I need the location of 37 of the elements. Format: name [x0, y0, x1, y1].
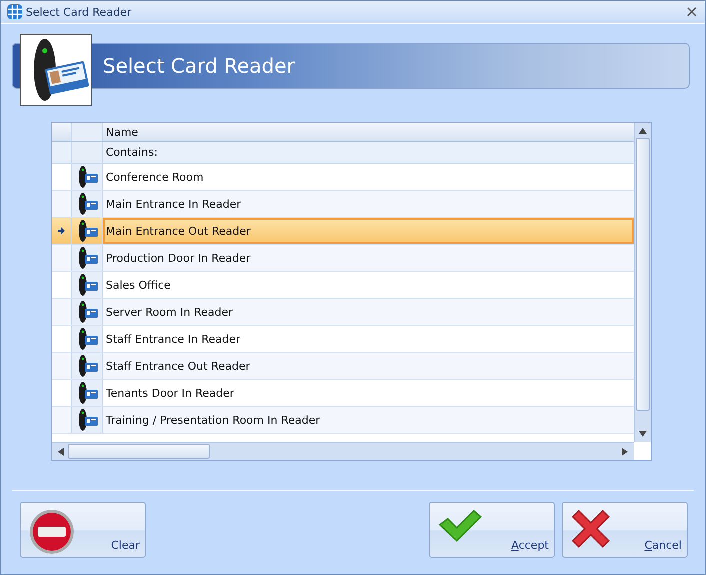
table-cell: Training / Presentation Room In Reader: [106, 414, 320, 426]
stop-icon: [29, 509, 75, 555]
table-row[interactable]: Staff Entrance In Reader: [52, 326, 634, 353]
table-cell: Staff Entrance In Reader: [106, 332, 241, 346]
app-grid-icon: [7, 4, 23, 20]
cancel-button[interactable]: Cancel: [562, 502, 688, 558]
table-row[interactable]: Main Entrance Out Reader: [52, 218, 634, 245]
check-icon: [438, 509, 482, 543]
scroll-up-icon[interactable]: [639, 128, 647, 134]
table-row[interactable]: Main Entrance In Reader: [52, 191, 634, 218]
horizontal-scrollbar[interactable]: [52, 442, 634, 460]
table-row[interactable]: Training / Presentation Room In Reader: [52, 407, 634, 434]
table-cell: Main Entrance In Reader: [106, 198, 242, 210]
table-row[interactable]: Staff Entrance Out Reader: [52, 353, 634, 380]
table-row[interactable]: Conference Room: [52, 164, 634, 191]
table-cell: Sales Office: [106, 278, 171, 292]
vertical-scrollbar[interactable]: [634, 123, 651, 442]
table-cell: Production Door In Reader: [106, 252, 251, 264]
table-row[interactable]: Sales Office: [52, 272, 634, 299]
table-cell: Staff Entrance Out Reader: [106, 360, 250, 372]
header-title: Select Card Reader: [103, 54, 295, 78]
table-row[interactable]: Production Door In Reader: [52, 245, 634, 272]
scroll-right-icon[interactable]: [622, 448, 628, 456]
cross-icon: [571, 509, 611, 549]
accept-button[interactable]: Accept: [429, 502, 555, 558]
table-cell: Main Entrance Out Reader: [106, 224, 251, 238]
window-title: Select Card Reader: [26, 6, 132, 18]
close-icon[interactable]: [687, 7, 697, 17]
scroll-left-icon[interactable]: [58, 448, 64, 456]
table-row[interactable]: Server Room In Reader: [52, 299, 634, 326]
table-cell: Tenants Door In Reader: [106, 386, 234, 400]
scroll-down-icon[interactable]: [639, 431, 647, 437]
table-row[interactable]: Tenants Door In Reader: [52, 380, 634, 407]
clear-button[interactable]: Clear: [20, 502, 146, 558]
table-cell: Server Room In Reader: [106, 306, 234, 318]
current-row-icon: [58, 227, 65, 235]
table-cell: Conference Room: [106, 170, 204, 184]
